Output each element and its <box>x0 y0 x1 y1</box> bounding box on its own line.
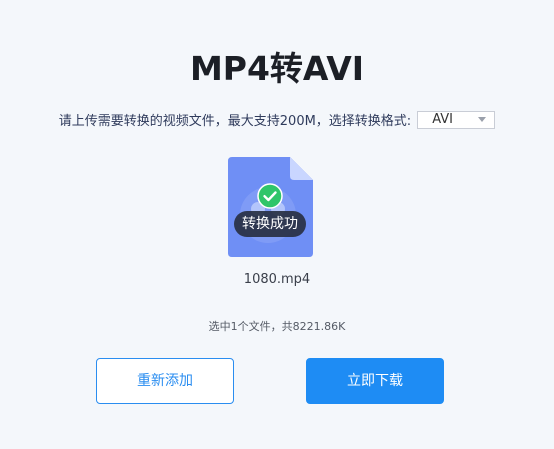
instruction-row: 请上传需要转换的视频文件，最大支持200M，选择转换格式: AVI <box>0 110 554 129</box>
page-title: MP4转AVI <box>189 49 365 88</box>
file-name: 1080.mp4 <box>243 272 311 287</box>
selection-summary: 选中1个文件，共8221.86K <box>208 320 346 333</box>
check-circle-icon <box>257 183 283 209</box>
conversion-success-badge: 转换成功 <box>234 211 306 237</box>
format-select-value: AVI <box>432 112 453 127</box>
chevron-down-icon <box>478 117 487 122</box>
readd-button[interactable]: 重新添加 <box>96 358 234 404</box>
instruction-text: 请上传需要转换的视频文件，最大支持200M，选择转换格式: <box>58 114 412 129</box>
download-button[interactable]: 立即下载 <box>306 358 444 404</box>
format-select[interactable]: AVI <box>417 110 496 129</box>
